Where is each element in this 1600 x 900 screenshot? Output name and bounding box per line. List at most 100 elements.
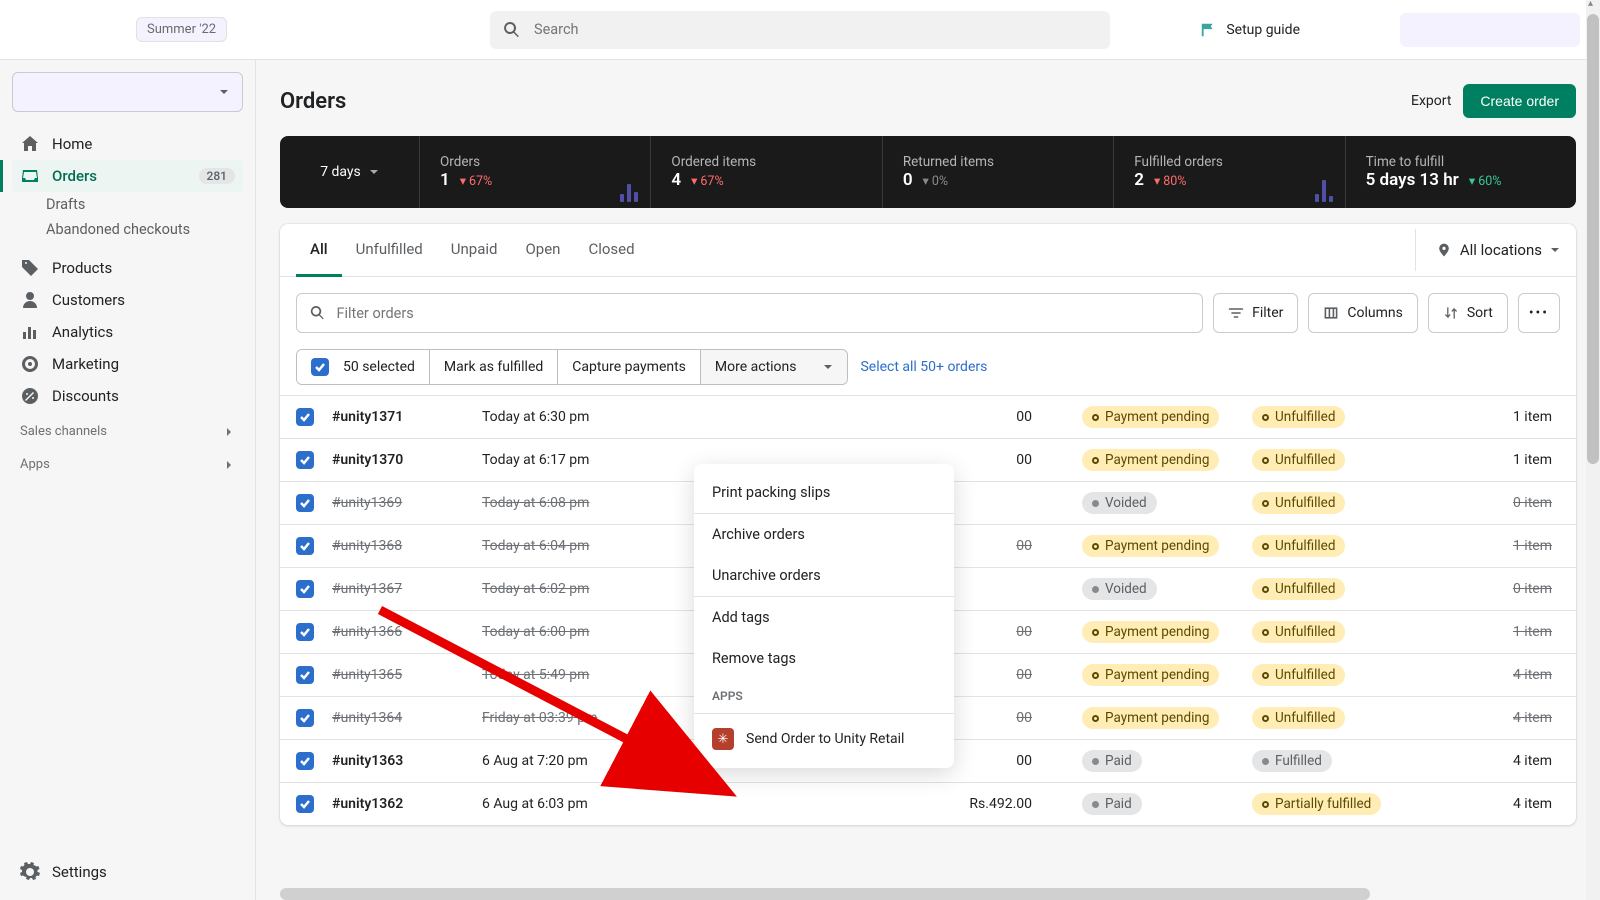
dropdown-add-tags[interactable]: Add tags bbox=[694, 596, 954, 638]
sidebar-item-analytics[interactable]: Analytics bbox=[12, 316, 243, 348]
order-id[interactable]: #unity1371 bbox=[332, 409, 482, 425]
select-all-link[interactable]: Select all 50+ orders bbox=[860, 359, 987, 375]
order-id[interactable]: #unity1362 bbox=[332, 796, 482, 812]
store-selector[interactable] bbox=[12, 72, 243, 112]
sort-button[interactable]: Sort bbox=[1428, 293, 1508, 333]
mark-fulfilled-button[interactable]: Mark as fulfilled bbox=[430, 350, 558, 384]
order-date: 6 Aug at 7:20 pm bbox=[482, 753, 712, 769]
stat-orders[interactable]: Orders 1▾ 67% bbox=[420, 136, 651, 208]
page-title: Orders bbox=[280, 89, 346, 114]
row-checkbox[interactable] bbox=[296, 709, 314, 727]
row-checkbox[interactable] bbox=[296, 537, 314, 555]
stat-ordered-items[interactable]: Ordered items 4▾ 67% bbox=[651, 136, 882, 208]
order-id[interactable]: #unity1370 bbox=[332, 452, 482, 468]
more-actions-button[interactable]: More actions bbox=[701, 350, 848, 384]
location-selector[interactable]: All locations bbox=[1436, 241, 1560, 259]
table-row[interactable]: #unity13626 Aug at 6:03 pmRs.492.00PaidP… bbox=[280, 782, 1576, 825]
fulfillment-status: Fulfilled bbox=[1252, 750, 1432, 772]
order-id[interactable]: #unity1366 bbox=[332, 624, 482, 640]
order-items: 1 item bbox=[1432, 409, 1560, 425]
caret-down-icon bbox=[1550, 245, 1560, 255]
row-checkbox[interactable] bbox=[296, 408, 314, 426]
row-checkbox[interactable] bbox=[296, 752, 314, 770]
order-amount: 00 bbox=[882, 409, 1032, 425]
filter-orders-input[interactable] bbox=[336, 305, 1190, 322]
row-checkbox[interactable] bbox=[296, 666, 314, 684]
dropdown-apps-header: APPS bbox=[694, 679, 954, 709]
stat-fulfilled-orders[interactable]: Fulfilled orders 2▾ 80% bbox=[1114, 136, 1345, 208]
payment-status: Paid bbox=[1032, 750, 1252, 772]
sidebar-item-drafts[interactable]: Drafts bbox=[12, 192, 243, 217]
row-checkbox[interactable] bbox=[296, 623, 314, 641]
row-checkbox[interactable] bbox=[296, 795, 314, 813]
sidebar-item-settings[interactable]: Settings bbox=[12, 856, 243, 888]
sidebar-item-abandoned[interactable]: Abandoned checkouts bbox=[12, 217, 243, 242]
select-all-checkbox[interactable] bbox=[311, 358, 329, 376]
order-id[interactable]: #unity1365 bbox=[332, 667, 482, 683]
search-input[interactable] bbox=[534, 21, 1098, 38]
columns-icon bbox=[1323, 305, 1339, 321]
search-icon bbox=[309, 304, 326, 322]
person-icon bbox=[20, 290, 40, 310]
dropdown-archive[interactable]: Archive orders bbox=[694, 513, 954, 555]
row-checkbox[interactable] bbox=[296, 494, 314, 512]
create-order-button[interactable]: Create order bbox=[1463, 84, 1576, 118]
caret-down-icon bbox=[369, 167, 379, 177]
payment-status: Payment pending bbox=[1032, 707, 1252, 729]
selected-count[interactable]: 50 selected bbox=[297, 350, 430, 384]
more-filters-button[interactable]: ••• bbox=[1518, 293, 1560, 333]
dropdown-print-slips[interactable]: Print packing slips bbox=[694, 472, 954, 513]
order-id[interactable]: #unity1364 bbox=[332, 710, 482, 726]
filter-input-wrap[interactable] bbox=[296, 293, 1203, 333]
sparkline-icon bbox=[620, 184, 638, 202]
sort-icon bbox=[1443, 305, 1459, 321]
horizontal-scrollbar[interactable] bbox=[280, 888, 1370, 900]
order-items: 1 item bbox=[1432, 538, 1560, 554]
order-items: 4 item bbox=[1432, 753, 1560, 769]
dots-icon: ••• bbox=[1529, 305, 1549, 321]
caret-down-icon bbox=[823, 362, 833, 372]
filter-button[interactable]: Filter bbox=[1213, 293, 1298, 333]
tab-all[interactable]: All bbox=[296, 224, 342, 277]
stat-returned-items[interactable]: Returned items 0▾ 0% bbox=[883, 136, 1114, 208]
sidebar-item-home[interactable]: Home bbox=[12, 128, 243, 160]
sidebar-item-marketing[interactable]: Marketing bbox=[12, 348, 243, 380]
table-row[interactable]: #unity1371Today at 6:30 pm00Payment pend… bbox=[280, 395, 1576, 438]
order-id[interactable]: #unity1369 bbox=[332, 495, 482, 511]
dropdown-remove-tags[interactable]: Remove tags bbox=[694, 638, 954, 679]
order-id[interactable]: #unity1363 bbox=[332, 753, 482, 769]
sidebar-section-sales-channels[interactable]: Sales channels bbox=[12, 412, 243, 445]
row-checkbox[interactable] bbox=[296, 451, 314, 469]
order-id[interactable]: #unity1368 bbox=[332, 538, 482, 554]
search-icon bbox=[502, 20, 522, 40]
global-search[interactable] bbox=[490, 11, 1110, 49]
filter-icon bbox=[1228, 305, 1244, 321]
sidebar-section-apps[interactable]: Apps bbox=[12, 445, 243, 478]
sidebar-item-customers[interactable]: Customers bbox=[12, 284, 243, 316]
tab-open[interactable]: Open bbox=[511, 224, 574, 276]
sidebar-item-orders[interactable]: Orders281 bbox=[12, 160, 243, 192]
sparkline-icon bbox=[1315, 180, 1333, 202]
setup-guide-link[interactable]: Setup guide bbox=[1200, 21, 1300, 39]
order-id[interactable]: #unity1367 bbox=[332, 581, 482, 597]
theme-badge[interactable]: Summer '22 bbox=[136, 17, 227, 42]
period-selector[interactable]: 7 days bbox=[280, 136, 420, 208]
account-menu[interactable] bbox=[1400, 13, 1580, 47]
flag-icon bbox=[1200, 21, 1218, 39]
stat-time-to-fulfill[interactable]: Time to fulfill 5 days 13 hr▾ 60% bbox=[1346, 136, 1576, 208]
inbox-icon bbox=[20, 166, 40, 186]
sidebar-item-discounts[interactable]: Discounts bbox=[12, 380, 243, 412]
dropdown-send-unity[interactable]: ✳Send Order to Unity Retail bbox=[694, 718, 954, 760]
tab-unpaid[interactable]: Unpaid bbox=[437, 224, 512, 276]
discount-icon bbox=[20, 386, 40, 406]
export-button[interactable]: Export bbox=[1411, 93, 1451, 109]
row-checkbox[interactable] bbox=[296, 580, 314, 598]
tab-unfulfilled[interactable]: Unfulfilled bbox=[342, 224, 437, 276]
dropdown-unarchive[interactable]: Unarchive orders bbox=[694, 555, 954, 596]
tab-closed[interactable]: Closed bbox=[574, 224, 648, 276]
capture-payments-button[interactable]: Capture payments bbox=[558, 350, 701, 384]
vertical-scrollbar[interactable] bbox=[1586, 0, 1600, 900]
tag-icon bbox=[20, 258, 40, 278]
sidebar-item-products[interactable]: Products bbox=[12, 252, 243, 284]
columns-button[interactable]: Columns bbox=[1308, 293, 1417, 333]
